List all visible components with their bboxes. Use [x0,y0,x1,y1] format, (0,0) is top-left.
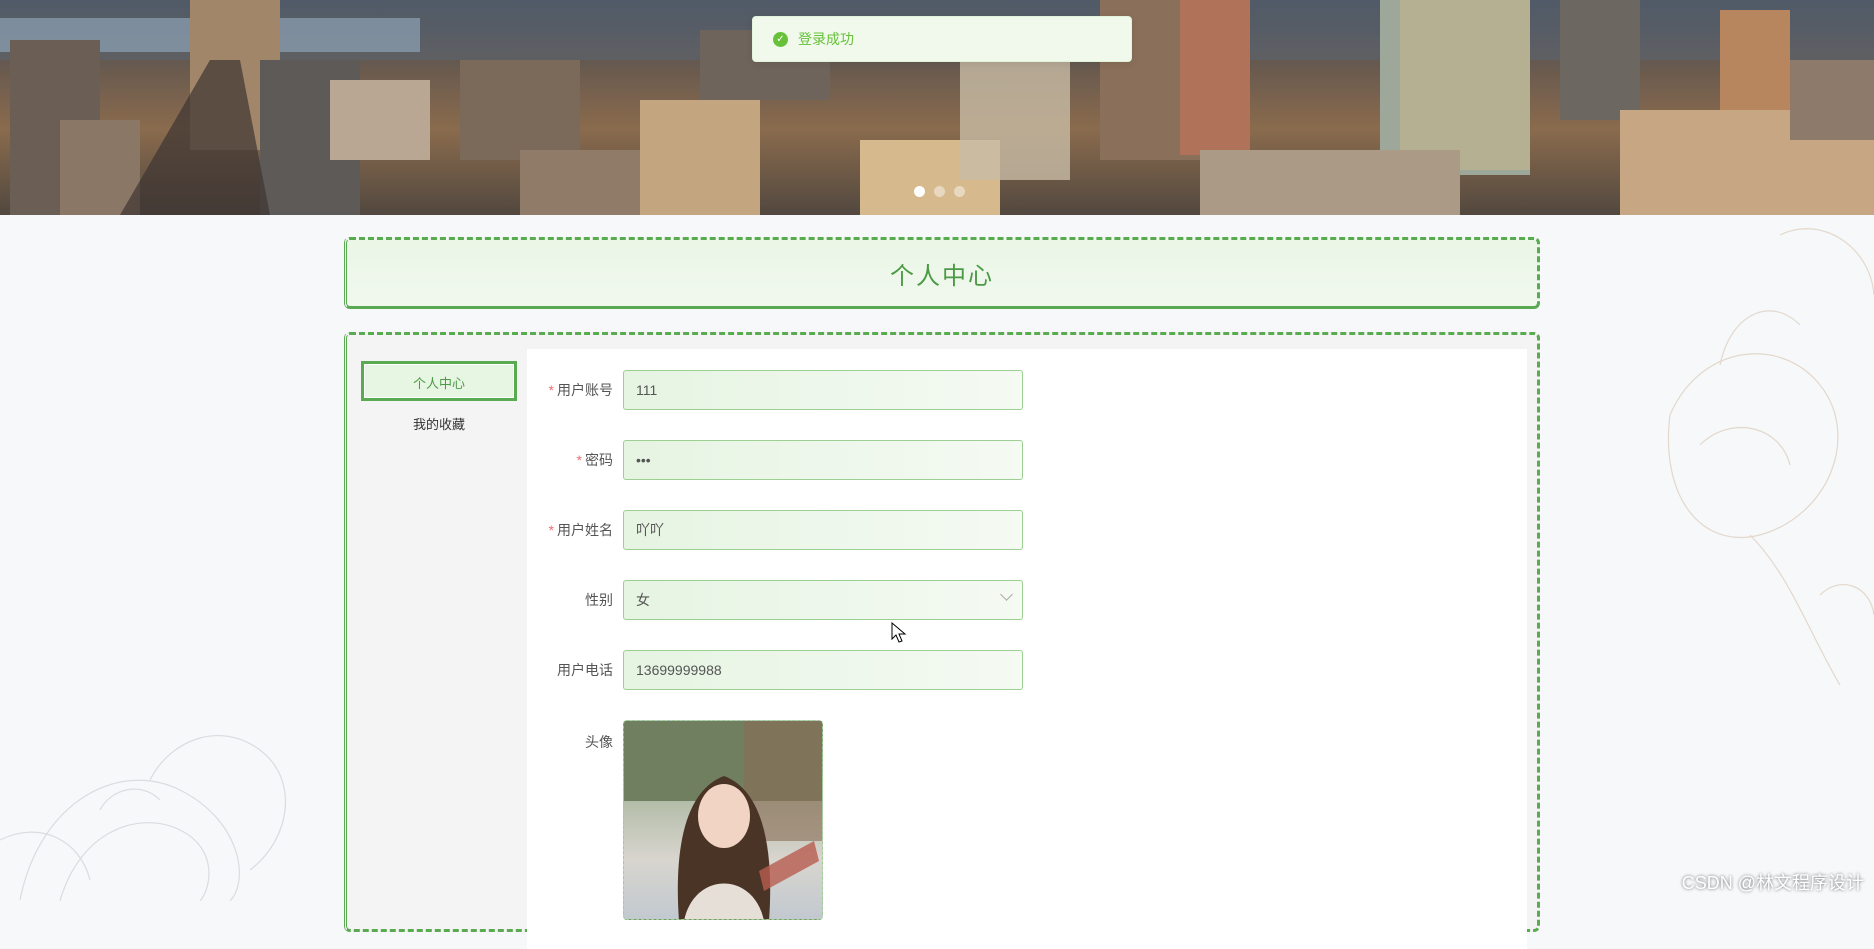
account-label-text: 用户账号 [557,382,613,398]
required-marker: * [576,452,582,468]
password-label: * 密码 [527,450,623,470]
carousel-dot-1[interactable] [914,186,925,197]
avatar-label: 头像 [585,734,613,750]
gender-label: 性别 [585,592,613,608]
toast-message: 登录成功 [798,31,854,47]
page-title: 个人中心 [890,262,994,290]
account-label: * 用户账号 [527,380,623,400]
success-toast: ✓ 登录成功 [752,16,1132,62]
page-title-banner: 个人中心 [344,237,1540,309]
mouse-cursor-icon [891,622,907,643]
form-row-gender: 性别 女 [527,580,1023,620]
flower-decoration-right [1667,228,1874,686]
carousel-dot-2[interactable] [934,186,945,197]
name-input[interactable] [623,510,1023,550]
profile-panel: 个人中心 我的收藏 *用户账号 *密码 *用户姓名 性别 [344,332,1540,949]
sidebar-item-personal-center[interactable]: 个人中心 [361,361,517,401]
avatar-upload[interactable] [623,720,823,920]
phone-label: 用户电话 [557,662,613,678]
required-marker: * [548,382,554,398]
gender-select[interactable]: 女 [623,580,1023,620]
phone-input[interactable] [623,650,1023,690]
gender-select-value[interactable]: 女 [623,580,1023,620]
form-row-account: * 用户账号 [527,370,1023,410]
sidebar-item-label: 个人中心 [412,376,465,391]
sidebar-item-my-favorites[interactable]: 我的收藏 [361,405,517,445]
form-row-avatar: 头像 [527,720,823,920]
profile-form: *用户账号 *密码 *用户姓名 性别 女 用户电话 [527,349,1527,949]
sidebar-item-label: 我的收藏 [412,417,465,432]
form-row-password: * 密码 [527,440,1023,480]
profile-sidebar: 个人中心 我的收藏 [361,361,517,449]
password-label-text: 密码 [585,452,613,468]
watermark-text: CSDN @林文程序设计 [1681,873,1864,893]
name-label-text: 用户姓名 [557,522,613,538]
name-label: * 用户姓名 [527,520,623,540]
carousel-dot-3[interactable] [954,186,965,197]
flower-decoration-left [0,735,286,901]
avatar-image [624,721,822,919]
required-marker: * [548,522,554,538]
form-row-phone: 用户电话 [527,650,1023,690]
form-row-name: * 用户姓名 [527,510,1023,550]
carousel-indicators [914,186,965,197]
check-circle-icon: ✓ [773,31,788,47]
password-input[interactable] [623,440,1023,480]
account-input[interactable] [623,370,1023,410]
